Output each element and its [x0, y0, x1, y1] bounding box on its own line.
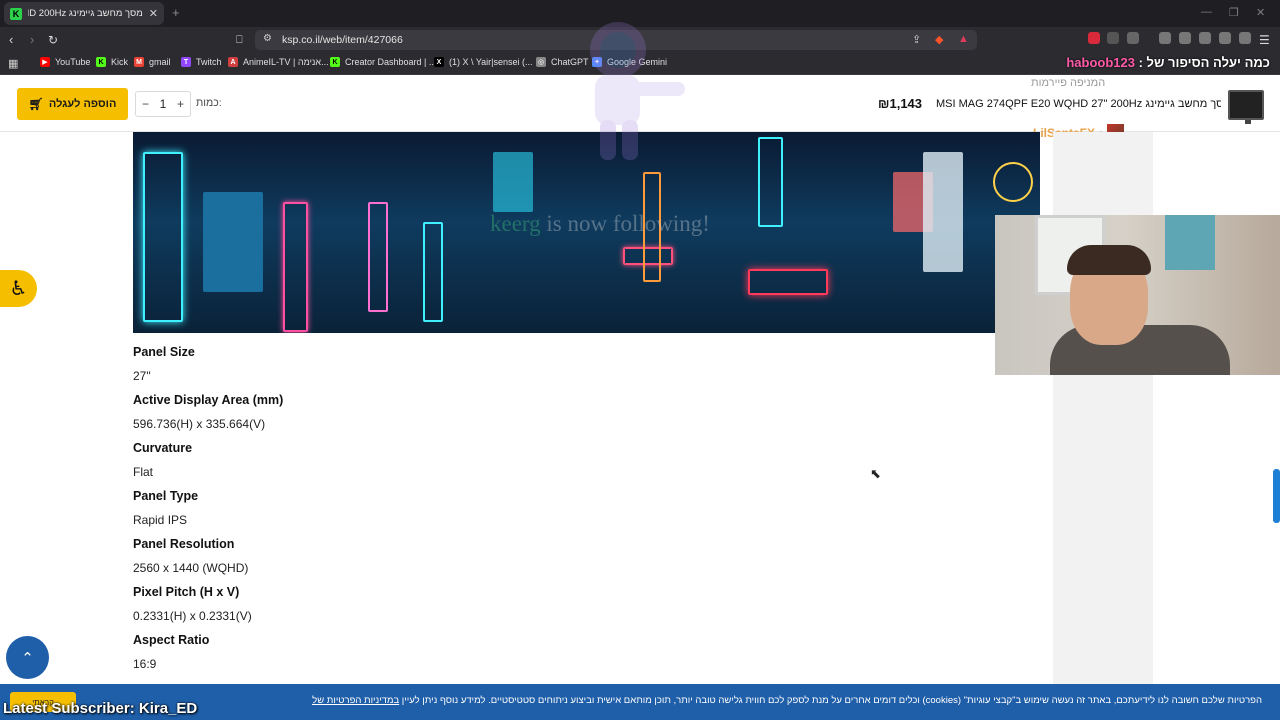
quantity-stepper[interactable]: − 1 + — [135, 91, 191, 117]
latest-subscriber-overlay: Latest Subscriber: Kira_ED — [3, 700, 198, 717]
cart-icon: 🛒︎ — [28, 97, 44, 111]
spec-value: 16:9 — [133, 657, 157, 671]
chevron-up-icon: ⌃ — [21, 649, 34, 667]
url-text: ksp.co.il/web/item/427066 — [282, 34, 403, 46]
accessibility-icon: ♿︎ — [9, 278, 28, 300]
twitch-icon: T — [181, 57, 191, 67]
kick-icon: K — [96, 57, 106, 67]
spec-label: Curvature — [133, 441, 193, 455]
anime-icon: A — [228, 57, 238, 67]
privacy-policy-link[interactable]: במדיניות הפרטיות שלנו — [312, 695, 399, 706]
leo-ai-icon[interactable] — [1219, 32, 1231, 44]
youtube-icon: ▶ — [40, 57, 50, 67]
spec-label: Panel Resolution — [133, 537, 235, 551]
minimize-icon[interactable]: — — [1201, 6, 1212, 18]
kick-icon: K — [330, 57, 340, 67]
spec-value: 0.2331(H) x 0.2331(V) — [133, 609, 252, 623]
bookmark-x[interactable]: X (1) X \ Yair|sensei (... — [434, 57, 533, 67]
bookmark-kick[interactable]: K Kick — [96, 57, 128, 67]
mouse-cursor-icon: ⬉ — [870, 466, 881, 481]
gmail-icon: M — [134, 57, 144, 67]
spec-value: 2560 x 1440 (WQHD) — [133, 561, 249, 575]
forward-icon[interactable]: › — [30, 32, 34, 48]
scrollbar-thumb[interactable] — [1273, 469, 1280, 523]
product-name: MSI MAG 274QPF E20 WQHD 27" 200Hz מסך מח… — [936, 98, 1221, 110]
bookmark-creator-dashboard[interactable]: K Creator Dashboard | ... — [330, 57, 436, 67]
media-icon[interactable] — [1159, 32, 1171, 44]
bookmark-gmail[interactable]: Mgmail — [134, 57, 171, 67]
menu-icon[interactable]: ☰ — [1259, 32, 1270, 48]
close-tab-icon[interactable]: ✕ — [149, 7, 158, 20]
astronaut-overlay-image — [590, 22, 685, 160]
stream-story-title: כמה יעלה הסיפור של : haboob123 — [1066, 55, 1270, 70]
bookmark-youtube[interactable]: ▶ YouTube — [40, 57, 90, 67]
chatgpt-icon: ◎ — [536, 57, 546, 67]
share-icon[interactable]: ⇪ — [912, 33, 921, 46]
story-user: haboob123 — [1066, 55, 1135, 70]
cookie-notice: הפרטיות שלכם חשובה לנו לידיעתכם, באתר זה… — [312, 695, 1262, 706]
chat-line: המניפה פיירמות — [1031, 77, 1106, 89]
x-icon: X — [434, 57, 444, 67]
wallet-icon[interactable] — [1199, 32, 1211, 44]
add-to-cart-button[interactable]: הוספה לעגלה 🛒︎ — [17, 88, 128, 120]
product-thumbnail[interactable] — [1228, 90, 1264, 124]
reload-icon[interactable]: ↻ — [48, 32, 58, 48]
spec-label: Active Display Area (mm) — [133, 393, 284, 407]
extension-shield-icon[interactable] — [1107, 32, 1119, 44]
new-tab-icon[interactable]: + — [172, 5, 180, 20]
brave-shield-icon[interactable]: ◆ — [935, 33, 943, 46]
bookmark-icon[interactable]: ⎕ — [236, 32, 243, 48]
maximize-icon[interactable]: ❐ — [1229, 6, 1239, 19]
webcam-overlay — [995, 215, 1280, 375]
active-tab[interactable]: K מסך מחשב גיימינג WQHD 200Hz ✕ — [4, 2, 164, 25]
bookmark-twitch[interactable]: T Twitch — [181, 57, 222, 67]
spec-label: Panel Type — [133, 489, 199, 503]
spec-label: Aspect Ratio — [133, 633, 210, 647]
spec-value: Flat — [133, 465, 154, 479]
apps-grid-icon[interactable]: ▦ — [8, 57, 18, 70]
spec-value: 27" — [133, 369, 151, 383]
accessibility-button[interactable]: ♿︎ — [0, 270, 37, 307]
follower-name: keerg — [490, 211, 541, 236]
quantity-value[interactable]: 1 — [160, 97, 167, 111]
minus-icon[interactable]: − — [142, 97, 149, 111]
spec-value: Rapid IPS — [133, 513, 188, 527]
product-price: ₪1,143 — [878, 96, 923, 111]
spec-label: Pixel Pitch (H x V) — [133, 585, 240, 599]
window-close-icon[interactable]: ✕ — [1256, 6, 1265, 19]
plus-icon[interactable]: + — [177, 97, 184, 111]
spec-label: Panel Size — [133, 345, 195, 359]
follow-alert: keerg is now following! — [490, 211, 710, 236]
vpn-icon[interactable] — [1239, 32, 1251, 44]
back-icon[interactable]: ‹ — [9, 32, 13, 48]
extension-box-icon[interactable] — [1127, 32, 1139, 44]
tab-title: מסך מחשב גיימינג WQHD 200Hz — [28, 8, 143, 19]
site-info-icon[interactable]: ⚙ — [263, 33, 272, 44]
spec-value: 596.736(H) x 335.664(V) — [133, 417, 266, 431]
extension-record-icon[interactable] — [1088, 32, 1100, 44]
bookmark-animeil[interactable]: A AnimeIL-TV | אנימה... — [228, 57, 329, 67]
scroll-to-top-button[interactable]: ⌃ — [6, 636, 49, 679]
quantity-label: כמות: — [196, 97, 222, 109]
ksp-favicon-icon: K — [10, 7, 22, 20]
sidebar-icon[interactable] — [1179, 32, 1191, 44]
spec-list: Panel Size 27" Active Display Area (mm) … — [133, 343, 733, 679]
brave-rewards-icon[interactable]: ▲ — [958, 33, 969, 45]
